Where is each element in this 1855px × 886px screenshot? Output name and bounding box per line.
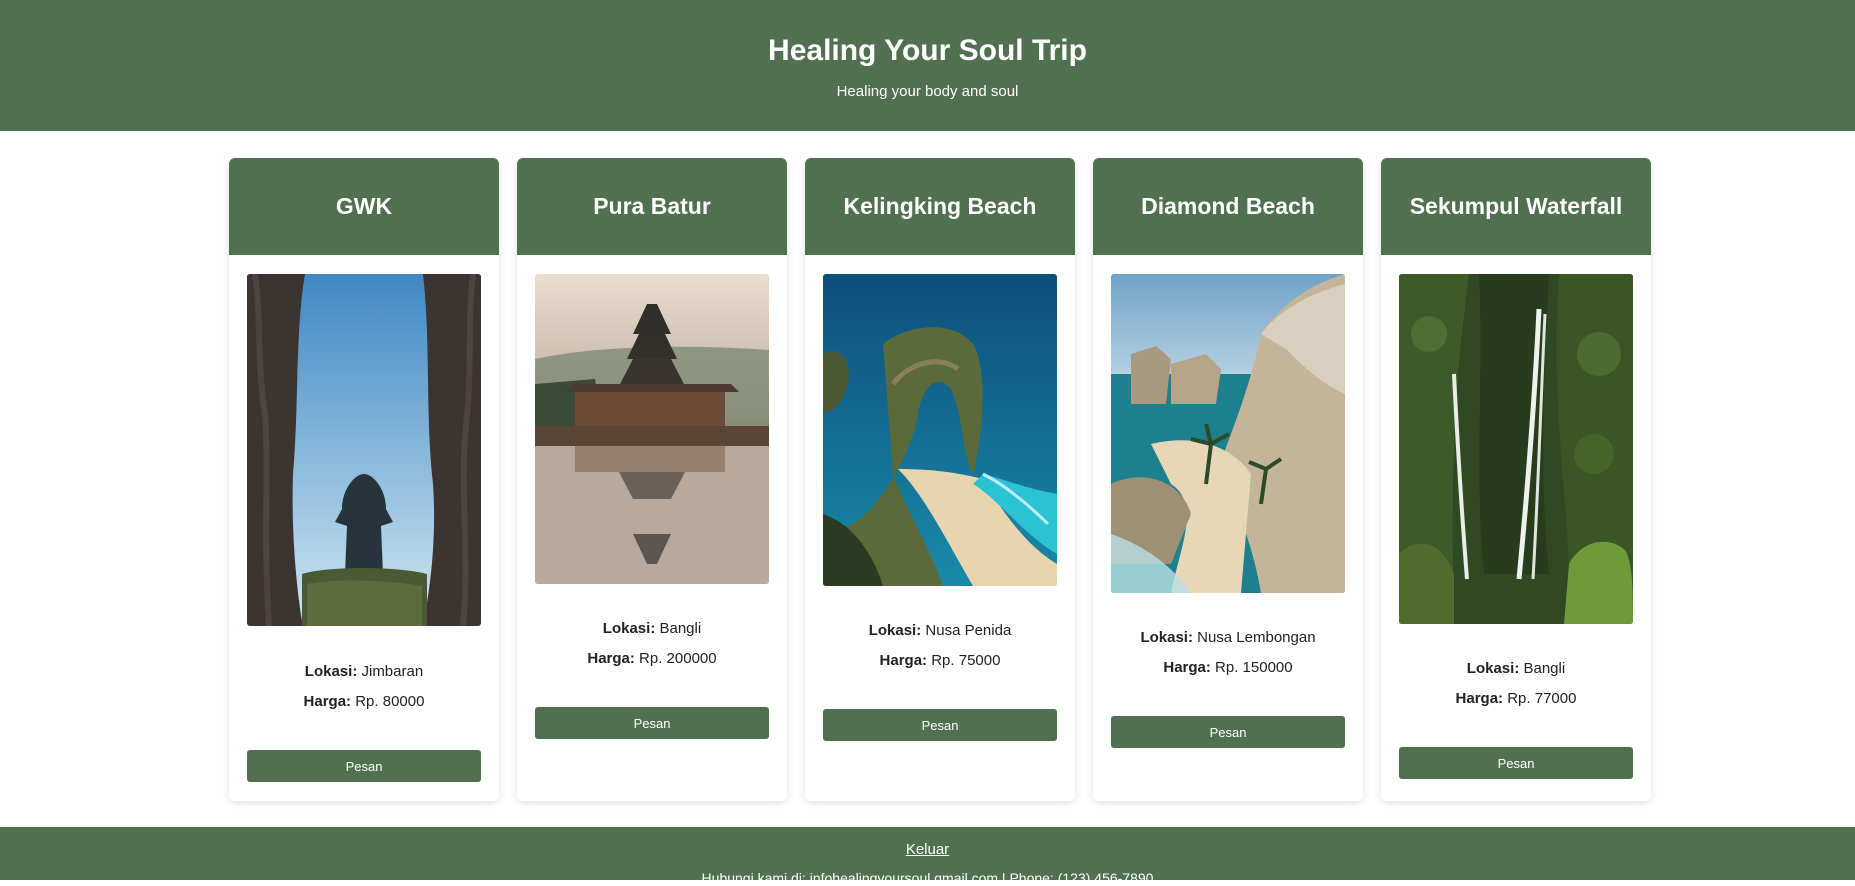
card-title: Pura Batur [517,158,787,255]
card-title: GWK [229,158,499,255]
price-row: Harga: Rp. 75000 [805,652,1075,670]
garuda-statue-image [247,274,481,626]
card-info: Lokasi: Bangli Harga: Rp. 77000 [1381,660,1651,720]
logout-link[interactable]: Keluar [906,841,949,858]
order-button[interactable]: Pesan [823,709,1057,741]
card-info: Lokasi: Nusa Lembongan Harga: Rp. 150000 [1093,629,1363,689]
price-row: Harga: Rp. 77000 [1381,690,1651,708]
cliff-beach-image [823,274,1057,586]
destination-cards: GWK Lokasi: Jimbaran Harga: Rp. 80000 Pe… [0,131,1855,827]
location-row: Lokasi: Nusa Lembongan [1093,629,1363,647]
destination-card: Diamond Beach Lokasi: Nusa Lembongan Har… [1093,158,1363,801]
location-label: Lokasi: [1466,660,1520,677]
price-label: Harga: [1455,690,1504,707]
order-button[interactable]: Pesan [1399,747,1633,779]
location-value: Bangli [1523,660,1566,677]
temple-image [535,274,769,584]
location-label: Lokasi: [868,622,922,639]
location-row: Lokasi: Nusa Penida [805,622,1075,640]
card-info: Lokasi: Bangli Harga: Rp. 200000 [517,620,787,680]
destination-card: Kelingking Beach Lokasi: Nusa Penida Har… [805,158,1075,801]
card-info: Lokasi: Nusa Penida Harga: Rp. 75000 [805,622,1075,682]
price-value: Rp. 150000 [1215,659,1293,676]
price-value: Rp. 200000 [639,650,717,667]
location-value: Jimbaran [361,663,424,680]
waterfall-image [1399,274,1633,624]
location-row: Lokasi: Bangli [517,620,787,638]
location-label: Lokasi: [304,663,358,680]
location-value: Bangli [659,620,702,637]
contact-info: Hubungi kami di: infohealingyoursoul.gma… [701,870,1154,886]
location-label: Lokasi: [602,620,656,637]
price-label: Harga: [303,693,352,710]
order-button[interactable]: Pesan [247,750,481,782]
page-title: Healing Your Soul Trip [768,34,1087,67]
price-row: Harga: Rp. 80000 [229,693,499,711]
price-value: Rp. 75000 [931,652,1001,669]
order-button[interactable]: Pesan [535,707,769,739]
price-label: Harga: [879,652,928,669]
destination-card: GWK Lokasi: Jimbaran Harga: Rp. 80000 Pe… [229,158,499,801]
rocky-beach-image [1111,274,1345,593]
location-value: Nusa Lembongan [1197,629,1316,646]
card-title: Kelingking Beach [805,158,1075,255]
location-value: Nusa Penida [925,622,1012,639]
card-title: Sekumpul Waterfall [1381,158,1651,255]
card-info: Lokasi: Jimbaran Harga: Rp. 80000 [229,663,499,723]
page-subtitle: Healing your body and soul [836,83,1019,100]
location-row: Lokasi: Jimbaran [229,663,499,681]
price-value: Rp. 80000 [355,693,425,710]
order-button[interactable]: Pesan [1111,716,1345,748]
card-title: Diamond Beach [1093,158,1363,255]
destination-card: Sekumpul Waterfall Lokasi: Bangli Harga:… [1381,158,1651,801]
destination-card: Pura Batur Lokasi: Bangli Harga: Rp. 200… [517,158,787,801]
location-label: Lokasi: [1140,629,1193,646]
price-row: Harga: Rp. 150000 [1093,659,1363,677]
price-row: Harga: Rp. 200000 [517,650,787,668]
price-label: Harga: [587,650,635,667]
location-row: Lokasi: Bangli [1381,660,1651,678]
page-footer: Keluar Hubungi kami di: infohealingyours… [0,827,1855,886]
page-header: Healing Your Soul Trip Healing your body… [0,0,1855,131]
price-label: Harga: [1163,659,1211,676]
price-value: Rp. 77000 [1507,690,1577,707]
